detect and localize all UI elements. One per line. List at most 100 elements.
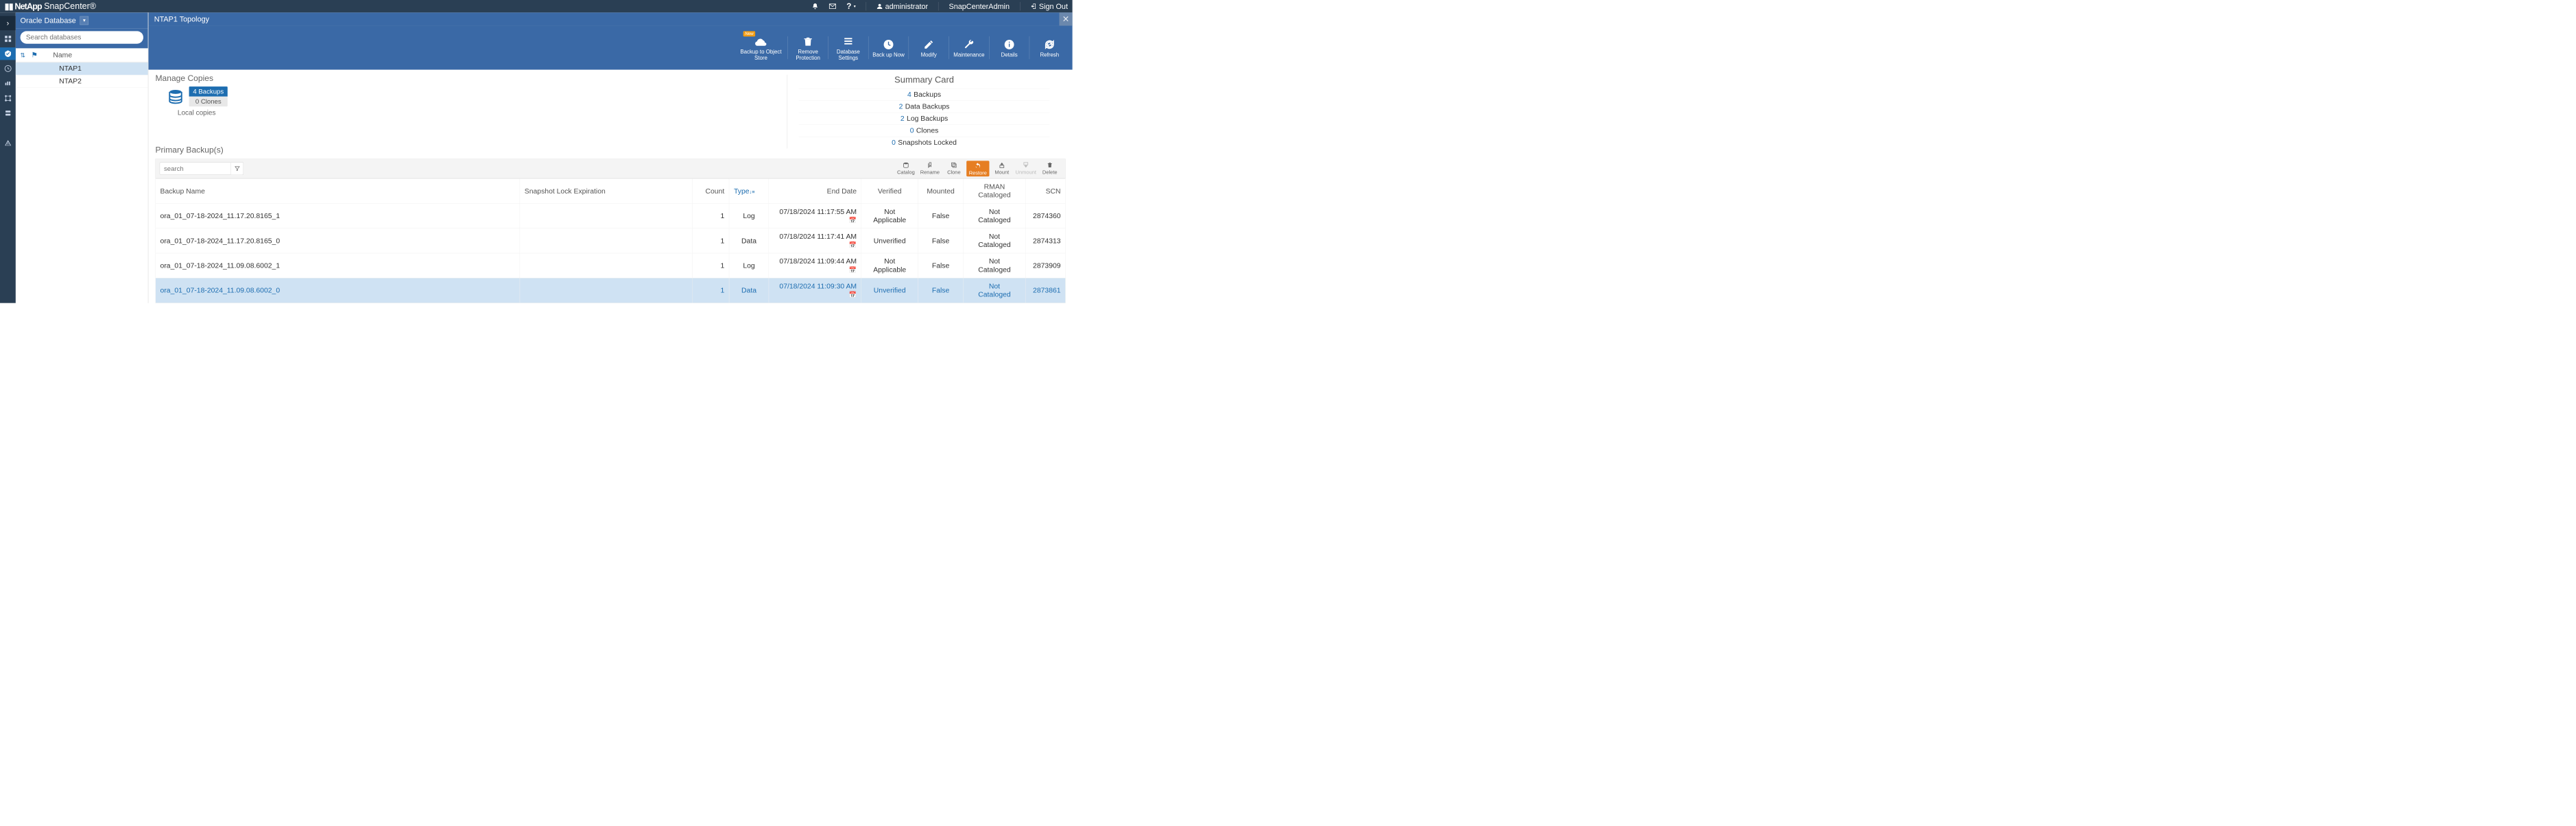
backup-row[interactable]: ora_01_07-18-2024_11.09.08.6002_0 1 Data… xyxy=(156,278,1066,303)
bun-button[interactable]: Back up Now xyxy=(872,37,906,58)
col-verified[interactable]: Verified xyxy=(861,178,918,203)
user-menu[interactable]: administrator xyxy=(876,2,928,11)
tag-icon xyxy=(918,161,941,169)
cell-sle xyxy=(520,228,693,253)
content-toolbar: NewBackup to Object StoreRemove Protecti… xyxy=(148,25,1072,69)
nav-dashboard[interactable] xyxy=(0,32,16,45)
summary-num: 0 xyxy=(892,139,896,147)
nav-reports[interactable] xyxy=(0,77,16,89)
help-dropdown[interactable]: ?▾ xyxy=(846,1,855,10)
cell-scn: 2874360 xyxy=(1025,204,1065,228)
chevron-down-icon[interactable]: ▾ xyxy=(80,16,88,25)
rename-button[interactable]: Rename xyxy=(918,161,941,176)
tool-label: Details xyxy=(992,52,1027,58)
col-sle[interactable]: Snapshot Lock Expiration xyxy=(520,178,693,203)
nav-monitor[interactable] xyxy=(0,62,16,75)
cell-scn: 2874313 xyxy=(1025,228,1065,253)
mod-button[interactable]: Modify xyxy=(911,37,946,58)
topbar: ▮▮ NetApp SnapCenter® ?▾ administrator S… xyxy=(0,0,1073,12)
cell-end: 07/18/2024 11:17:41 AM📅 xyxy=(769,228,861,253)
cell-name: ora_01_07-18-2024_11.17.20.8165_0 xyxy=(156,228,520,253)
summary-label: Log Backups xyxy=(907,115,948,123)
filter-icon[interactable] xyxy=(231,162,243,174)
tool-label: Refresh xyxy=(1032,52,1066,58)
backup-search-input[interactable] xyxy=(160,162,231,174)
topbar-right: ?▾ administrator SnapCenterAdmin Sign Ou… xyxy=(812,1,1068,10)
ds-button[interactable]: Database Settings xyxy=(831,34,866,62)
cell-type: Log xyxy=(729,253,769,278)
nav-alerts[interactable] xyxy=(0,137,16,149)
resource-type-selector[interactable]: Oracle Database ▾ xyxy=(16,12,148,28)
role-label[interactable]: SnapCenterAdmin xyxy=(949,2,1010,11)
search-databases[interactable] xyxy=(21,31,143,43)
unmount-button: Unmount xyxy=(1014,161,1037,176)
backup-row[interactable]: ora_01_07-18-2024_11.09.08.6002_1 1 Log … xyxy=(156,253,1066,278)
cell-verified: NotApplicable xyxy=(861,204,918,228)
cell-name: ora_01_07-18-2024_11.09.08.6002_0 xyxy=(156,278,520,303)
bos-button[interactable]: NewBackup to Object Store xyxy=(737,34,785,62)
mnt-button[interactable]: Maintenance xyxy=(952,37,986,58)
undo-icon xyxy=(968,161,988,169)
summary-row: 2Log Backups xyxy=(799,113,1050,124)
cell-sle xyxy=(520,278,693,303)
unmount-icon xyxy=(1014,161,1037,169)
action-label: Delete xyxy=(1038,169,1061,176)
backup-row[interactable]: ora_01_07-18-2024_11.17.20.8165_0 1 Data… xyxy=(156,228,1066,253)
sort-icon[interactable]: ⇅ xyxy=(21,51,26,59)
col-count[interactable]: Count xyxy=(692,178,729,203)
cell-rman: NotCataloged xyxy=(964,253,1026,278)
local-copies[interactable]: 4 Backups 0 Clones Local copies xyxy=(165,86,228,117)
mount-button[interactable]: Mount xyxy=(990,161,1013,176)
db-icon xyxy=(894,161,917,169)
nav-hosts[interactable] xyxy=(0,92,16,104)
tool-label: Maintenance xyxy=(952,52,986,58)
nav-storage[interactable] xyxy=(0,107,16,119)
wrench-icon xyxy=(952,37,986,52)
action-label: Rename xyxy=(918,169,941,176)
restore-button[interactable]: Restore xyxy=(966,161,989,176)
delete-button[interactable]: Delete xyxy=(1038,161,1061,176)
summary-row: 2Data Backups xyxy=(799,101,1050,113)
close-icon[interactable]: ✕ xyxy=(1059,12,1072,25)
tool-label: Back up Now xyxy=(872,52,906,58)
resource-type-label: Oracle Database xyxy=(21,16,76,25)
cell-name: ora_01_07-18-2024_11.09.08.6002_1 xyxy=(156,253,520,278)
calendar-icon: 📅 xyxy=(849,217,857,224)
col-backup-name[interactable]: Backup Name xyxy=(156,178,520,203)
rp-button[interactable]: Remove Protection xyxy=(791,34,825,62)
search-input[interactable] xyxy=(26,34,138,42)
cell-scn: 2873861 xyxy=(1025,278,1065,303)
clone-button[interactable]: Clone xyxy=(942,161,965,176)
bell-icon[interactable] xyxy=(812,3,819,10)
summary-label: Clones xyxy=(916,126,938,134)
clones-count: 0 Clones xyxy=(189,97,228,107)
flag-icon[interactable]: ⚑ xyxy=(32,51,38,59)
cell-name: ora_01_07-18-2024_11.17.20.8165_1 xyxy=(156,204,520,228)
col-type[interactable]: Type↓≡ xyxy=(729,178,769,203)
ref-button[interactable]: Refresh xyxy=(1032,37,1066,58)
catalog-button[interactable]: Catalog xyxy=(894,161,917,176)
database-row[interactable]: NTAP1 xyxy=(16,62,148,75)
trash-icon xyxy=(1038,161,1061,169)
cell-mounted: False xyxy=(918,253,963,278)
col-mounted[interactable]: Mounted xyxy=(918,178,963,203)
summary-num: 2 xyxy=(901,115,905,123)
col-rman[interactable]: RMAN Cataloged xyxy=(964,178,1026,203)
cell-verified: Unverified xyxy=(861,228,918,253)
col-end-date[interactable]: End Date xyxy=(769,178,861,203)
collapse-button[interactable]: › xyxy=(0,16,16,30)
col-scn[interactable]: SCN xyxy=(1025,178,1065,203)
nav-settings[interactable] xyxy=(0,121,16,134)
det-button[interactable]: Details xyxy=(992,37,1027,58)
mail-icon[interactable] xyxy=(828,3,836,9)
nav-resources[interactable] xyxy=(0,47,16,60)
cell-rman: NotCataloged xyxy=(964,204,1026,228)
signout-link[interactable]: Sign Out xyxy=(1030,2,1068,11)
database-row[interactable]: NTAP2 xyxy=(16,75,148,87)
summary-num: 2 xyxy=(899,102,903,110)
tool-label: Modify xyxy=(911,52,946,58)
backup-row[interactable]: ora_01_07-18-2024_11.17.20.8165_1 1 Log … xyxy=(156,204,1066,228)
signout-label: Sign Out xyxy=(1039,2,1068,11)
primary-toolbar: CatalogRenameCloneRestoreMountUnmountDel… xyxy=(155,158,1065,178)
mount-icon xyxy=(990,161,1013,169)
